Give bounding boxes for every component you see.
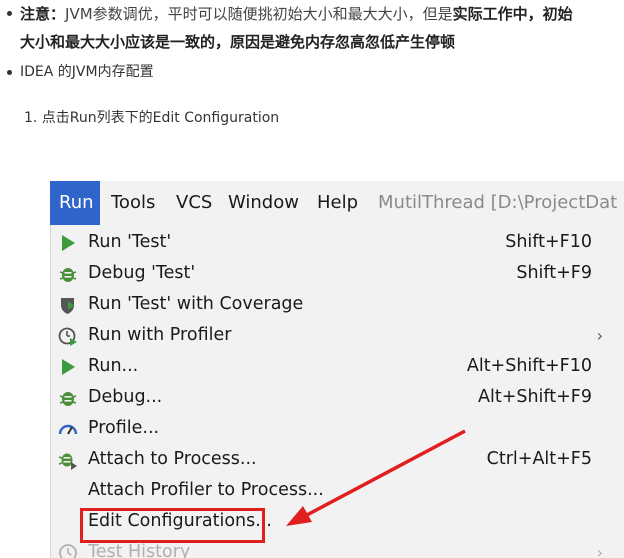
note-label: 注意：	[20, 5, 66, 23]
idea-bullet-text: IDEA 的JVM内存配置	[20, 64, 154, 80]
note-line-2: 大小和最大大小应该是一致的，原因是避免内存忽高忽低产生停顿	[20, 28, 455, 56]
menu-item-label: Attach Profiler to Process...	[88, 480, 324, 500]
menu-item-shortcut: Ctrl+Alt+F5	[486, 449, 592, 469]
debug-icon	[58, 388, 78, 408]
menu-item-label: Run with Profiler	[88, 325, 232, 345]
menu-help-label: Help	[317, 192, 359, 213]
profiler-icon	[58, 326, 78, 346]
menu-item-shortcut: Alt+Shift+F9	[478, 387, 592, 407]
project-title-label: MutilThread [D:\ProjectDat	[378, 192, 618, 213]
menu-item-label: Run 'Test' with Coverage	[88, 294, 304, 314]
menu-vcs[interactable]: VCS	[168, 181, 220, 225]
menu-item-shortcut: Shift+F9	[516, 263, 592, 283]
run-icon	[58, 233, 78, 253]
profile-gauge-icon	[58, 419, 78, 439]
run-icon	[58, 357, 78, 377]
menu-run[interactable]: Run	[50, 181, 100, 225]
note-bold-2: 大小和最大大小应该是一致的，原因是避免内存忽高忽低产生停顿	[20, 33, 456, 51]
submenu-chevron-icon: ›	[596, 326, 603, 345]
document: 注意：JVM参数调优，平时可以随便挑初始大小和最大大小，但是实际工作中，初始 大…	[0, 0, 624, 558]
menu-window[interactable]: Window	[220, 181, 307, 225]
menu-item-label: Run 'Test'	[88, 232, 172, 252]
menu-item-run-dots[interactable]: Run... Alt+Shift+F10	[51, 351, 611, 382]
menu-item-attach-profiler[interactable]: Attach Profiler to Process...	[51, 475, 611, 506]
menu-bar: Run Tools VCS Window Help MutilThread [D…	[50, 181, 624, 225]
menu-item-shortcut: Alt+Shift+F10	[466, 356, 592, 376]
step-1-text: 1. 点击Run列表下的Edit Configuration	[24, 110, 280, 126]
menu-item-label: Run...	[88, 356, 139, 376]
menu-item-label: Attach to Process...	[88, 449, 257, 469]
menu-item-label: Debug 'Test'	[88, 263, 196, 283]
coverage-icon	[58, 295, 78, 315]
menu-item-run-coverage[interactable]: Run 'Test' with Coverage	[51, 289, 611, 320]
menu-item-run-profiler[interactable]: Run with Profiler ›	[51, 320, 611, 351]
menu-item-profile[interactable]: Profile...	[51, 413, 611, 444]
project-title: MutilThread [D:\ProjectDat	[370, 181, 624, 225]
submenu-chevron-icon: ›	[596, 543, 603, 558]
history-icon	[58, 543, 78, 558]
ide-screenshot: Run Tools VCS Window Help MutilThread [D…	[50, 181, 624, 558]
debug-icon	[58, 264, 78, 284]
bullet-dot	[7, 70, 12, 75]
menu-item-label: Debug...	[88, 387, 163, 407]
menu-run-label: Run	[59, 192, 94, 213]
menu-item-run-test[interactable]: Run 'Test' Shift+F10	[51, 227, 611, 258]
note-line-1: 注意：JVM参数调优，平时可以随便挑初始大小和最大大小，但是实际工作中，初始	[20, 0, 573, 28]
menu-item-debug-dots[interactable]: Debug... Alt+Shift+F9	[51, 382, 611, 413]
menu-item-shortcut: Shift+F10	[505, 232, 592, 252]
menu-item-label: Profile...	[88, 418, 160, 438]
attach-debug-icon	[58, 450, 78, 470]
menu-tools-label: Tools	[111, 192, 156, 213]
annotation-highlight-box	[80, 508, 265, 543]
note-bold-1: 实际工作中，初始	[452, 5, 573, 23]
menu-vcs-label: VCS	[176, 192, 213, 213]
menu-window-label: Window	[228, 192, 299, 213]
note-text: JVM参数调优，平时可以随便挑初始大小和最大大小，但是	[65, 5, 453, 23]
bullet-dot	[7, 11, 12, 16]
menu-tools[interactable]: Tools	[103, 181, 163, 225]
menu-item-attach-process[interactable]: Attach to Process... Ctrl+Alt+F5	[51, 444, 611, 475]
menu-help[interactable]: Help	[309, 181, 366, 225]
menu-item-debug-test[interactable]: Debug 'Test' Shift+F9	[51, 258, 611, 289]
